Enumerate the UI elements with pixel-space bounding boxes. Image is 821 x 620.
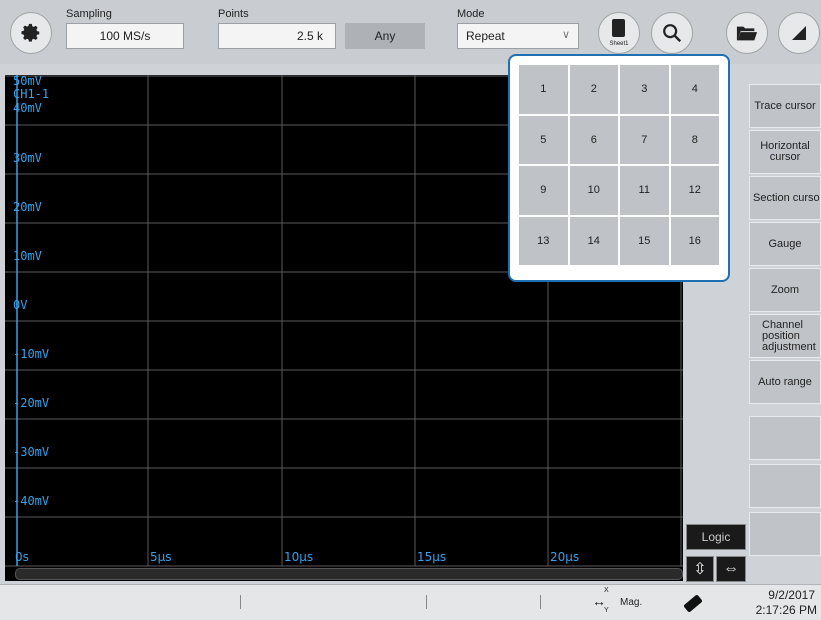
gear-icon bbox=[21, 23, 40, 42]
sheet-cell[interactable]: 6 bbox=[569, 115, 618, 164]
points-field[interactable]: 2.5 k bbox=[218, 23, 336, 49]
expand-arrow-icon bbox=[792, 26, 806, 40]
auto-range-button[interactable]: Auto range bbox=[749, 360, 821, 404]
y-label-50mv: 50mV bbox=[13, 74, 42, 88]
folder-icon bbox=[736, 26, 758, 41]
sheet-cell[interactable]: 14 bbox=[569, 216, 618, 265]
trace-cursor-button[interactable]: Trace cursor bbox=[749, 84, 821, 128]
status-divider bbox=[426, 595, 427, 609]
sampling-field[interactable]: 100 MS/s bbox=[66, 23, 184, 49]
open-folder-button[interactable] bbox=[726, 12, 768, 54]
y-label-neg40mv: -40mV bbox=[13, 494, 50, 508]
channel-label: CH1-1 bbox=[13, 87, 50, 101]
sheet-button[interactable]: Sheet1 bbox=[598, 12, 640, 54]
y-label-20mv: 20mV bbox=[13, 200, 42, 214]
sheet-cell[interactable]: 9 bbox=[519, 166, 568, 215]
x-label-10us: 10µs bbox=[284, 550, 314, 564]
sheet-cell[interactable]: 12 bbox=[670, 166, 719, 215]
y-label-0v: 0V bbox=[13, 298, 28, 312]
sheet-icon bbox=[612, 19, 625, 37]
x-label-5us: 5µs bbox=[150, 550, 172, 564]
mode-label: Mode bbox=[457, 8, 485, 20]
x-label-15us: 15µs bbox=[417, 550, 447, 564]
date-text: 9/2/2017 bbox=[768, 588, 815, 602]
sheet-cell[interactable]: 13 bbox=[519, 216, 568, 265]
y-label-neg30mv: -30mV bbox=[13, 445, 50, 459]
logic-button[interactable]: Logic bbox=[686, 524, 746, 550]
y-label-neg20mv: -20mV bbox=[13, 396, 50, 410]
y-label-30mv: 30mV bbox=[13, 151, 42, 165]
channel-position-adjustment-button[interactable]: Channel position adjustment bbox=[749, 314, 821, 358]
empty-function-button[interactable] bbox=[749, 464, 821, 508]
sheet-cell[interactable]: 3 bbox=[620, 65, 669, 114]
y-label-40mv: 40mV bbox=[13, 101, 42, 115]
x-label-0s: 0s bbox=[15, 550, 29, 564]
up-down-arrow-icon: ⇳ bbox=[693, 561, 707, 578]
sheet-cell[interactable]: 1 bbox=[519, 65, 568, 114]
chevron-down-icon: ∨ bbox=[561, 29, 570, 41]
empty-function-button[interactable] bbox=[749, 512, 821, 556]
sheet-cell[interactable]: 4 bbox=[670, 65, 719, 114]
horizontal-cursor-button[interactable]: Horizontal cursor bbox=[749, 130, 821, 174]
sheet-cell[interactable]: 11 bbox=[620, 166, 669, 215]
settings-gear-button[interactable] bbox=[10, 12, 52, 54]
horizontal-arrows-button[interactable]: ⇔ bbox=[716, 556, 746, 582]
expand-button[interactable] bbox=[778, 12, 820, 54]
mag-label: Mag. bbox=[620, 597, 643, 608]
empty-function-button[interactable] bbox=[749, 416, 821, 460]
status-divider bbox=[240, 595, 241, 609]
mag-y-label: Y bbox=[604, 607, 609, 614]
sheet-cell[interactable]: 15 bbox=[620, 216, 669, 265]
usb-drive-icon bbox=[683, 594, 703, 613]
magnification-indicator[interactable]: X ↔ Y Mag. bbox=[592, 587, 652, 617]
sheet-cell[interactable]: 16 bbox=[670, 216, 719, 265]
sheet-cell[interactable]: 8 bbox=[670, 115, 719, 164]
sheet-cell[interactable]: 7 bbox=[620, 115, 669, 164]
x-label-20us: 20µs bbox=[550, 550, 580, 564]
points-label: Points bbox=[218, 8, 249, 20]
sheet-cell[interactable]: 5 bbox=[519, 115, 568, 164]
mode-select[interactable]: Repeat ∨ bbox=[457, 23, 579, 49]
mode-value: Repeat bbox=[466, 29, 505, 43]
sheet-cell[interactable]: 2 bbox=[569, 65, 618, 114]
search-icon bbox=[663, 24, 682, 43]
search-button[interactable] bbox=[651, 12, 693, 54]
any-button[interactable]: Any bbox=[345, 23, 425, 49]
sheet-label: Sheet1 bbox=[609, 41, 629, 47]
status-bar: X ↔ Y Mag. 9/2/2017 2:17:26 PM bbox=[0, 584, 821, 620]
sheet-cell[interactable]: 10 bbox=[569, 166, 618, 215]
left-right-arrow-icon: ⇔ bbox=[723, 560, 739, 577]
status-divider bbox=[540, 595, 541, 609]
sheet-grid: 1 2 3 4 5 6 7 8 9 10 11 12 13 14 15 16 bbox=[519, 65, 719, 265]
sampling-label: Sampling bbox=[66, 8, 112, 20]
zoom-button[interactable]: Zoom bbox=[749, 268, 821, 312]
section-cursor-button[interactable]: Section cursor bbox=[749, 176, 821, 220]
gauge-button[interactable]: Gauge bbox=[749, 222, 821, 266]
time-text: 2:17:26 PM bbox=[755, 603, 817, 617]
sheet-selector-popup: 1 2 3 4 5 6 7 8 9 10 11 12 13 14 15 16 bbox=[508, 54, 730, 282]
vertical-arrows-button[interactable]: ⇳ bbox=[686, 556, 714, 582]
y-label-neg10mv: -10mV bbox=[13, 347, 50, 361]
horizontal-scrollbar[interactable] bbox=[15, 568, 683, 580]
y-label-10mv: 10mV bbox=[13, 249, 42, 263]
